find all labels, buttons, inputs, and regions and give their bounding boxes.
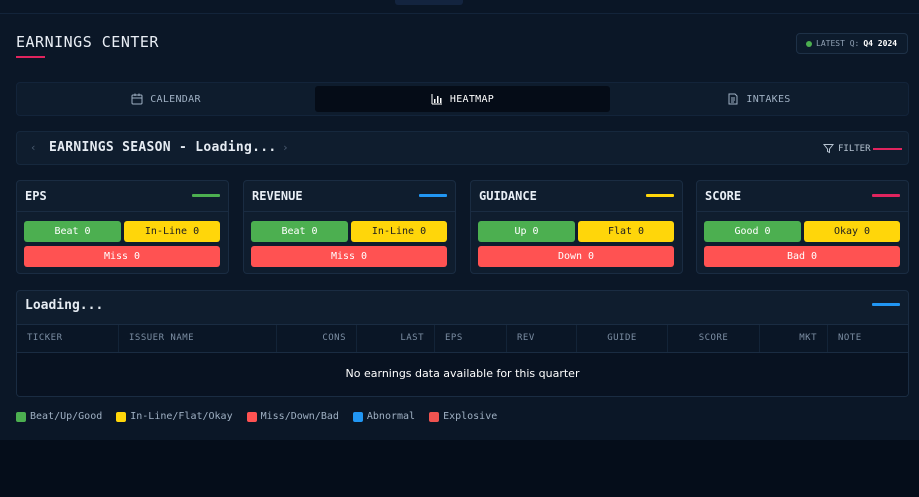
card-accent-line <box>646 194 674 197</box>
latest-quarter-label: LATEST Q: <box>816 39 860 48</box>
status-dot-icon <box>806 40 812 47</box>
pill-up[interactable]: Up 0 <box>478 221 575 242</box>
top-tab-indicator[interactable] <box>395 0 463 5</box>
tab-heatmap-label: HEATMAP <box>449 93 495 105</box>
column-header-ticker[interactable]: TICKER <box>17 325 119 352</box>
document-icon <box>728 93 738 105</box>
pill-miss[interactable]: Miss 0 <box>251 246 447 267</box>
column-header-mkt[interactable]: MKT <box>760 325 828 352</box>
legend-item: Miss/Down/Bad <box>246 411 339 422</box>
legend-item: Abnormal <box>352 411 416 422</box>
card-revenue: REVENUE Beat 0 In-Line 0 Miss 0 <box>243 180 456 274</box>
page-title: EARNINGS CENTER <box>16 33 159 51</box>
legend-swatch <box>246 411 257 422</box>
pill-good[interactable]: Good 0 <box>704 221 801 242</box>
column-header-score[interactable]: SCORE <box>668 325 760 352</box>
legend-item: Explosive <box>429 411 497 422</box>
table-accent-line <box>872 303 900 306</box>
filter-button[interactable]: FILTER <box>823 143 871 154</box>
column-header-cons[interactable]: CONS <box>277 325 357 352</box>
column-header-last[interactable]: LAST <box>357 325 435 352</box>
earnings-table: Loading... TICKER ISSUER NAME CONS LAST … <box>16 290 909 397</box>
legend-swatch <box>429 411 440 422</box>
table-title: Loading... <box>25 298 104 313</box>
pill-beat[interactable]: Beat 0 <box>251 221 348 242</box>
season-label: EARNINGS SEASON - Loading... <box>49 140 277 155</box>
legend-item: Beat/Up/Good <box>16 411 102 422</box>
pill-down[interactable]: Down 0 <box>478 246 674 267</box>
season-bar: ‹ EARNINGS SEASON - Loading... › FILTER <box>16 131 909 165</box>
filter-icon <box>823 144 834 154</box>
calendar-icon <box>131 93 143 105</box>
chevron-right-icon[interactable]: › <box>282 141 289 154</box>
top-tab-strip <box>0 0 919 14</box>
column-header-issuer-name[interactable]: ISSUER NAME <box>119 325 277 352</box>
tab-heatmap[interactable]: HEATMAP <box>315 86 610 112</box>
column-header-guide[interactable]: GUIDE <box>577 325 668 352</box>
legend-label: Beat/Up/Good <box>30 411 103 422</box>
card-guidance: GUIDANCE Up 0 Flat 0 Down 0 <box>470 180 683 274</box>
title-underline <box>16 56 45 58</box>
legend-label: Miss/Down/Bad <box>260 411 339 422</box>
pill-flat[interactable]: Flat 0 <box>578 221 674 242</box>
card-score: SCORE Good 0 Okay 0 Bad 0 <box>696 180 909 274</box>
card-divider <box>697 211 908 212</box>
column-header-note[interactable]: NOTE <box>828 325 908 352</box>
latest-quarter-value: Q4 2024 <box>863 39 898 48</box>
pill-inline[interactable]: In-Line 0 <box>351 221 447 242</box>
bar-chart-icon <box>431 94 442 105</box>
pill-bad[interactable]: Bad 0 <box>704 246 900 267</box>
legend-label: Abnormal <box>366 411 416 422</box>
legend-swatch <box>116 411 127 422</box>
legend-label: Explosive <box>443 411 498 422</box>
pill-miss[interactable]: Miss 0 <box>24 246 220 267</box>
tab-calendar-label: CALENDAR <box>150 93 201 105</box>
tab-calendar[interactable]: CALENDAR <box>20 86 312 112</box>
card-divider <box>17 211 228 212</box>
legend-item: In-Line/Flat/Okay <box>116 411 233 422</box>
legend-swatch <box>16 411 26 422</box>
legend-swatch <box>352 411 363 422</box>
empty-state-message: No earnings data available for this quar… <box>345 367 580 380</box>
legend: Beat/Up/Good In-Line/Flat/Okay Miss/Down… <box>16 411 511 422</box>
card-eps: EPS Beat 0 In-Line 0 Miss 0 <box>16 180 229 274</box>
tab-intakes[interactable]: INTAKES <box>613 86 905 112</box>
card-title: GUIDANCE <box>479 189 537 203</box>
chevron-left-icon[interactable]: ‹ <box>30 141 37 154</box>
table-body: No earnings data available for this quar… <box>17 353 908 396</box>
filter-label: FILTER <box>838 143 871 154</box>
card-title: SCORE <box>705 189 742 203</box>
card-title: REVENUE <box>252 189 303 203</box>
pill-beat[interactable]: Beat 0 <box>24 221 121 242</box>
card-divider <box>244 211 455 212</box>
filter-accent-line <box>873 148 902 150</box>
column-header-eps[interactable]: EPS <box>435 325 507 352</box>
latest-quarter-badge: LATEST Q: Q4 2024 <box>796 33 908 54</box>
card-divider <box>471 211 682 212</box>
table-header-row: TICKER ISSUER NAME CONS LAST EPS REV GUI… <box>17 324 908 353</box>
view-tabs: CALENDAR HEATMAP INTAKES <box>16 82 909 116</box>
card-accent-line <box>872 194 900 197</box>
pill-inline[interactable]: In-Line 0 <box>124 221 220 242</box>
card-accent-line <box>419 194 447 197</box>
legend-label: In-Line/Flat/Okay <box>130 411 233 422</box>
column-header-rev[interactable]: REV <box>507 325 577 352</box>
pill-okay[interactable]: Okay 0 <box>804 221 900 242</box>
card-accent-line <box>192 194 220 197</box>
tab-intakes-label: INTAKES <box>746 93 791 105</box>
card-title: EPS <box>25 189 47 203</box>
